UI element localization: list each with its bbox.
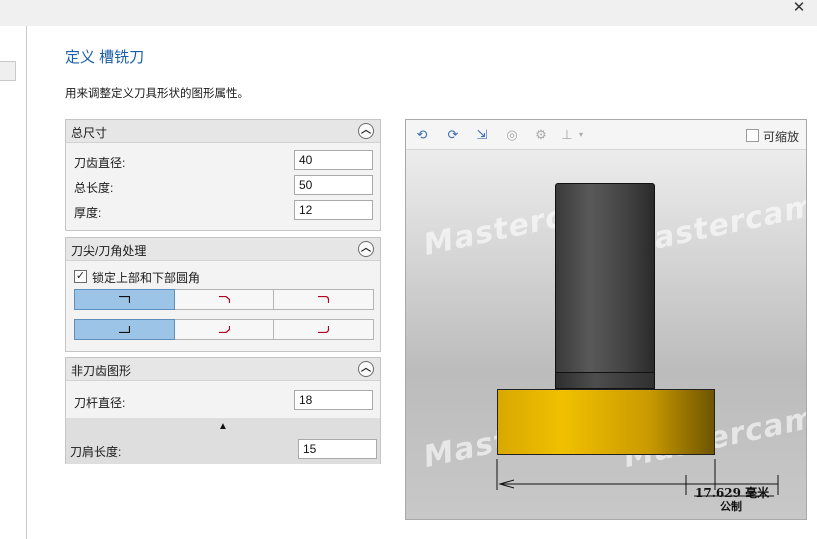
lower-corner-options	[74, 319, 375, 340]
upper-corner-chamfer-button[interactable]	[173, 289, 275, 310]
preview-toolbar: ⟲ ⟳ ⇲ ◎ ⚙ ⊥ ▾ 可缩放	[406, 120, 806, 150]
page-description: 用来调整定义刀具形状的图形属性。	[65, 88, 249, 100]
collapse-up-icon[interactable]: ︿	[358, 241, 374, 257]
shoulder-length-label: 刀肩长度:	[70, 445, 122, 459]
settings-icon[interactable]: ⚙	[532, 126, 550, 144]
dropdown-icon[interactable]: ▾	[572, 126, 590, 144]
overall-length-label: 总长度:	[74, 181, 114, 195]
thickness-input[interactable]	[294, 200, 373, 220]
expand-up-icon[interactable]: ▲	[218, 421, 228, 432]
square-corner-icon	[119, 296, 130, 303]
non-cutting-group: 非刀齿图形 ︿ 刀杆直径: ▲ 刀肩长度:	[65, 357, 381, 464]
cutting-diameter-row: 刀齿直径:	[66, 148, 380, 173]
non-cutting-header[interactable]: 非刀齿图形 ︿	[66, 358, 380, 381]
dimension-lines	[496, 459, 779, 497]
overall-length-row: 总长度:	[66, 173, 380, 198]
non-cutting-title: 非刀齿图形	[71, 364, 132, 378]
close-icon[interactable]: ✕	[787, 0, 811, 20]
collapse-up-icon[interactable]: ︿	[358, 123, 374, 139]
square-corner-icon	[119, 326, 130, 333]
dimension-unit: 公制	[720, 500, 742, 513]
upper-corner-square-button[interactable]	[74, 289, 175, 310]
lower-corner-chamfer-button[interactable]	[173, 319, 275, 340]
page-title: 定义 槽铣刀	[65, 49, 145, 66]
zoom-label: 可缩放	[763, 130, 800, 144]
upper-corner-options	[74, 289, 375, 310]
tool-preview-panel: ⟲ ⟳ ⇲ ◎ ⚙ ⊥ ▾ 可缩放 Mastercam Mastercam Ma…	[405, 119, 807, 520]
thickness-label: 厚度:	[74, 206, 102, 220]
thickness-row: 厚度:	[66, 198, 380, 223]
shoulder-length-input[interactable]	[298, 439, 377, 459]
export-icon[interactable]: ⇲	[473, 126, 491, 144]
lock-corners-checkbox[interactable]: ✓	[74, 270, 87, 283]
shank-diameter-row: 刀杆直径:	[66, 388, 380, 413]
upper-corner-radius-button[interactable]	[273, 289, 375, 310]
left-panel-handle[interactable]	[0, 61, 16, 81]
cutting-diameter-input[interactable]	[294, 150, 373, 170]
cutting-diameter-label: 刀齿直径:	[74, 156, 126, 170]
chamfer-corner-icon	[218, 326, 230, 333]
overall-size-header[interactable]: 总尺寸 ︿	[66, 120, 380, 143]
shank-diameter-input[interactable]	[294, 390, 373, 410]
radius-corner-icon	[318, 326, 330, 333]
shank-diameter-label: 刀杆直径:	[74, 396, 126, 410]
lower-corner-radius-button[interactable]	[273, 319, 375, 340]
overall-length-input[interactable]	[294, 175, 373, 195]
rotate-left-icon[interactable]: ⟲	[413, 126, 431, 144]
rotate-right-icon[interactable]: ⟳	[444, 126, 462, 144]
overall-size-group: 总尺寸 ︿ 刀齿直径: 总长度: 厚度:	[65, 119, 381, 231]
overall-size-title: 总尺寸	[71, 126, 108, 140]
chamfer-corner-icon	[218, 296, 230, 303]
collapse-up-icon[interactable]: ︿	[358, 361, 374, 377]
zoom-checkbox[interactable]	[746, 129, 759, 142]
tip-corner-title: 刀尖/刀角处理	[71, 244, 147, 258]
lock-corners-row: ✓ 锁定上部和下部圆角	[66, 266, 380, 288]
lower-corner-square-button[interactable]	[74, 319, 175, 340]
preview-canvas[interactable]: Mastercam Mastercam Mastercam Mastercam …	[406, 150, 806, 519]
tip-corner-header[interactable]: 刀尖/刀角处理 ︿	[66, 238, 380, 261]
left-panel-strip	[0, 26, 27, 539]
lock-corners-label: 锁定上部和下部圆角	[92, 271, 201, 285]
tip-corner-group: 刀尖/刀角处理 ︿ ✓ 锁定上部和下部圆角	[65, 237, 381, 352]
title-bar: ✕	[0, 0, 817, 26]
radius-corner-icon	[318, 296, 330, 303]
view-icon[interactable]: ◎	[503, 126, 521, 144]
shoulder-section: ▲ 刀肩长度:	[66, 418, 380, 464]
